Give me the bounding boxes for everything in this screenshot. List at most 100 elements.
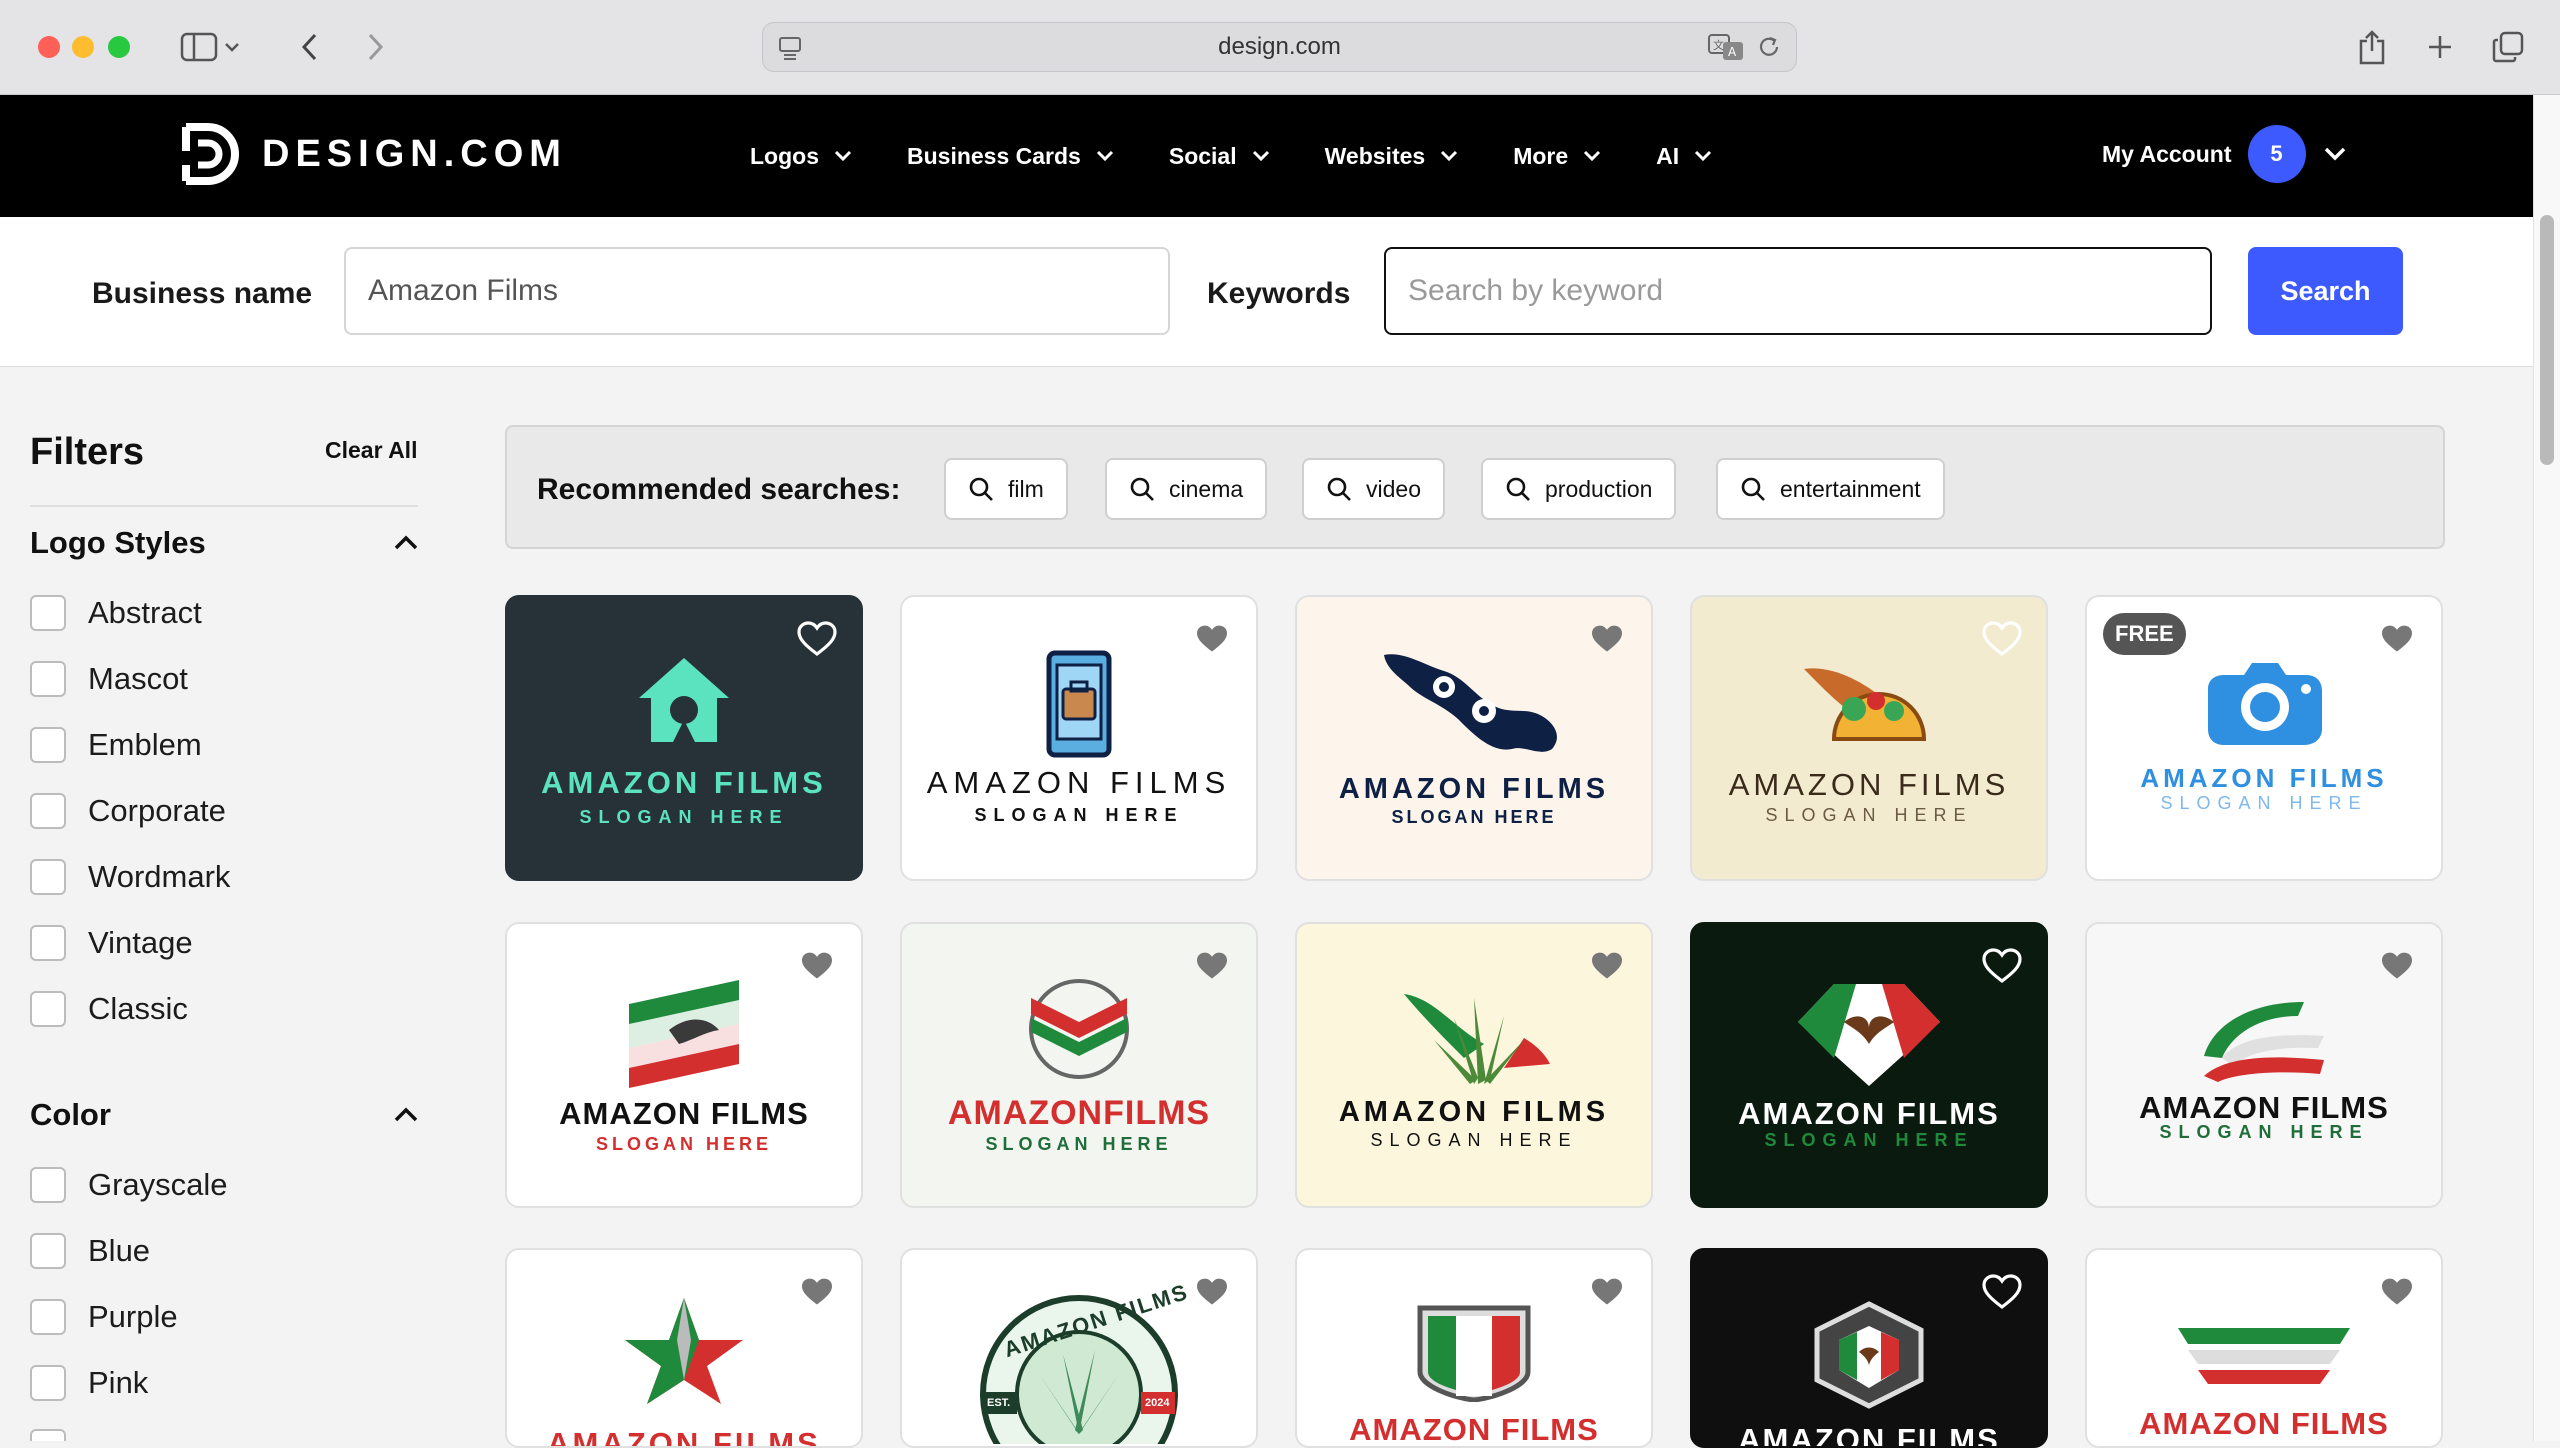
filter-option-vintage[interactable]: Vintage <box>30 925 193 961</box>
nav-label: Business Cards <box>907 142 1081 169</box>
heart-icon[interactable] <box>2377 1272 2417 1312</box>
logo-styles-title: Logo Styles <box>30 525 206 560</box>
logo-card[interactable]: AMAZON FILMS SLOGAN HERE <box>1295 922 1653 1208</box>
scrollbar-thumb[interactable] <box>2540 215 2554 465</box>
clear-all-button[interactable]: Clear All <box>325 437 417 464</box>
filter-option-corporate[interactable]: Corporate <box>30 793 226 829</box>
nav-social[interactable]: Social <box>1169 143 1271 170</box>
checkbox[interactable] <box>30 991 66 1027</box>
close-window-button[interactable] <box>38 36 60 58</box>
badge-est: EST. <box>987 1397 1011 1409</box>
heart-icon[interactable] <box>1587 946 1627 986</box>
color-header[interactable]: Color <box>30 1097 420 1133</box>
business-name-input[interactable] <box>344 247 1170 335</box>
filter-option-wordmark[interactable]: Wordmark <box>30 859 230 895</box>
checkbox[interactable] <box>30 859 66 895</box>
design-com-logo-icon <box>182 123 239 185</box>
logo-slogan: SLOGAN HERE <box>1391 807 1557 827</box>
checkbox[interactable] <box>30 595 66 631</box>
filter-option-partial[interactable] <box>30 1429 66 1441</box>
chip-entertainment[interactable]: entertainment <box>1716 458 1945 520</box>
logo-card[interactable]: AMAZON FILMS <box>2085 1248 2443 1448</box>
checkbox[interactable] <box>30 727 66 763</box>
filter-option-grayscale[interactable]: Grayscale <box>30 1167 228 1203</box>
filter-option-mascot[interactable]: Mascot <box>30 661 188 697</box>
share-icon[interactable] <box>2352 28 2392 66</box>
filter-option-label: Grayscale <box>88 1167 228 1202</box>
heart-icon[interactable] <box>2377 946 2417 986</box>
chip-production[interactable]: production <box>1481 458 1677 520</box>
checkbox[interactable] <box>30 1429 66 1441</box>
maximize-window-button[interactable] <box>108 36 130 58</box>
chip-cinema[interactable]: cinema <box>1105 458 1268 520</box>
logo-name: AMAZON FILMS <box>2140 763 2388 793</box>
chip-film[interactable]: film <box>944 458 1068 520</box>
logo-card[interactable]: FREE AMAZON FILMS SLOGAN HERE <box>2085 595 2443 881</box>
logo-card[interactable]: AMAZON FILMS <box>1690 1248 2048 1448</box>
filter-option-blue[interactable]: Blue <box>30 1233 150 1269</box>
address-bar[interactable]: design.com 文A <box>762 22 1797 72</box>
logo-card[interactable]: AMAZON FILMS <box>505 1248 863 1448</box>
filter-option-label: Mascot <box>88 661 188 696</box>
translate-icon[interactable]: 文A <box>1708 33 1744 66</box>
forward-icon[interactable] <box>360 28 390 66</box>
filter-option-label: Abstract <box>88 595 202 630</box>
nav-label: Logos <box>750 142 819 169</box>
logo-name: AMAZON FILMS <box>541 765 827 800</box>
search-button[interactable]: Search <box>2248 247 2403 335</box>
logo-card[interactable]: AMAZON FILMS SLOGAN HERE <box>2085 922 2443 1208</box>
checkbox[interactable] <box>30 1299 66 1335</box>
logo-slogan: SLOGAN HERE <box>985 1134 1173 1154</box>
logo-card[interactable]: AMAZON FILMS <box>1295 1248 1653 1448</box>
filter-option-classic[interactable]: Classic <box>30 991 188 1027</box>
checkbox[interactable] <box>30 925 66 961</box>
logo-card[interactable]: AMAZON FILMS SLOGAN HERE <box>900 595 1258 881</box>
search-icon <box>969 477 993 501</box>
nav-websites[interactable]: Websites <box>1325 143 1460 170</box>
checkbox[interactable] <box>30 1233 66 1269</box>
logo-card[interactable]: AMAZON FILMS SLOGAN HERE <box>1690 922 2048 1208</box>
chip-video[interactable]: video <box>1302 458 1445 520</box>
keywords-input[interactable] <box>1384 247 2212 335</box>
chip-label: film <box>1008 475 1044 502</box>
logo-slogan: SLOGAN HERE <box>1370 1130 1578 1150</box>
my-account-menu[interactable]: My Account 5 <box>2102 125 2348 183</box>
checkbox[interactable] <box>30 793 66 829</box>
svg-text:文: 文 <box>1713 38 1724 52</box>
sidebar-toggle-icon[interactable] <box>176 28 246 66</box>
logo-card[interactable]: AMAZON FILMS SLOGAN HERE <box>1690 595 2048 881</box>
page-scrollbar[interactable] <box>2533 95 2560 1441</box>
logo-name: AMAZON FILMS <box>1738 1422 2000 1448</box>
brand-logo[interactable]: DESIGN.COM <box>180 121 567 187</box>
logo-card[interactable]: AMAZON FILMS EST. 2024 <box>900 1248 1258 1448</box>
logo-name: AMAZON FILMS <box>1738 1096 2000 1131</box>
filter-option-abstract[interactable]: Abstract <box>30 595 202 631</box>
filter-option-pink[interactable]: Pink <box>30 1365 148 1401</box>
url-text: design.com <box>1218 33 1341 60</box>
logo-card[interactable]: AMAZON FILMS SLOGAN HERE <box>505 595 863 881</box>
filter-option-purple[interactable]: Purple <box>30 1299 178 1335</box>
logo-styles-header[interactable]: Logo Styles <box>30 525 420 561</box>
heart-icon[interactable] <box>2377 619 2417 659</box>
new-tab-icon[interactable] <box>2420 28 2460 66</box>
tab-overview-icon[interactable] <box>2488 28 2528 66</box>
minimize-window-button[interactable] <box>72 36 94 58</box>
nav-business-cards[interactable]: Business Cards <box>907 143 1115 170</box>
filter-option-emblem[interactable]: Emblem <box>30 727 202 763</box>
heart-outline-icon[interactable] <box>1982 619 2022 659</box>
swoosh-logo-art <box>2087 986 2441 1086</box>
chevron-circle-logo-art <box>902 974 1256 1084</box>
checkbox[interactable] <box>30 661 66 697</box>
back-icon[interactable] <box>295 28 325 66</box>
logo-card[interactable]: AMAZON FILMS SLOGAN HERE <box>1295 595 1653 881</box>
nav-logos[interactable]: Logos <box>750 143 853 170</box>
logo-card[interactable]: AMAZON FILMS SLOGAN HERE <box>505 922 863 1208</box>
logo-card[interactable]: AMAZONFILMS SLOGAN HERE <box>900 922 1258 1208</box>
reload-icon[interactable] <box>1756 34 1782 65</box>
checkbox[interactable] <box>30 1365 66 1401</box>
checkbox[interactable] <box>30 1167 66 1203</box>
chevron-down-icon <box>1695 150 1712 162</box>
nav-more[interactable]: More <box>1513 143 1602 170</box>
color-title: Color <box>30 1097 111 1132</box>
nav-ai[interactable]: AI <box>1656 143 1713 170</box>
